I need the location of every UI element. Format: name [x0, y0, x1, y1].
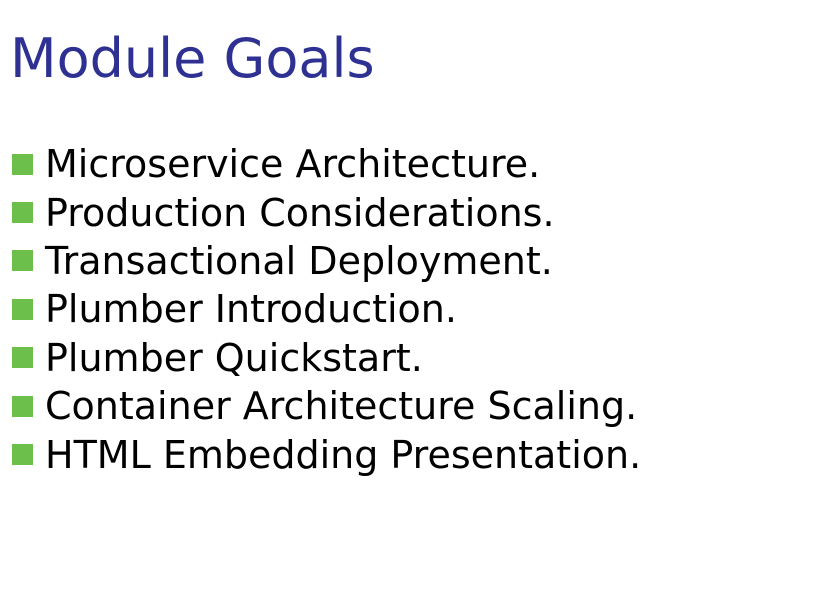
bullet-text: Transactional Deployment.	[45, 238, 553, 283]
bullet-text: HTML Embedding Presentation.	[45, 432, 642, 477]
bullet-text: Microservice Architecture.	[45, 142, 541, 187]
list-item: Transactional Deployment.	[12, 237, 641, 285]
square-bullet-icon	[12, 153, 33, 175]
square-bullet-icon	[12, 395, 33, 417]
bullet-text: Production Considerations.	[45, 190, 555, 235]
list-item: Production Considerations.	[12, 188, 641, 236]
square-bullet-icon	[12, 250, 33, 272]
square-bullet-icon	[12, 298, 33, 320]
list-item: Container Architecture Scaling.	[12, 382, 641, 430]
bullet-text: Plumber Introduction.	[45, 287, 457, 332]
list-item: Plumber Introduction.	[12, 285, 641, 333]
square-bullet-icon	[12, 202, 33, 224]
square-bullet-icon	[12, 347, 33, 369]
slide: Module Goals Microservice Architecture. …	[0, 0, 839, 596]
list-item: HTML Embedding Presentation.	[12, 430, 641, 478]
square-bullet-icon	[12, 444, 33, 466]
list-item: Microservice Architecture.	[12, 140, 641, 188]
bullet-text: Container Architecture Scaling.	[45, 384, 638, 429]
bullet-list: Microservice Architecture. Production Co…	[12, 140, 641, 479]
bullet-text: Plumber Quickstart.	[45, 335, 423, 380]
slide-title: Module Goals	[10, 27, 375, 90]
list-item: Plumber Quickstart.	[12, 334, 641, 382]
